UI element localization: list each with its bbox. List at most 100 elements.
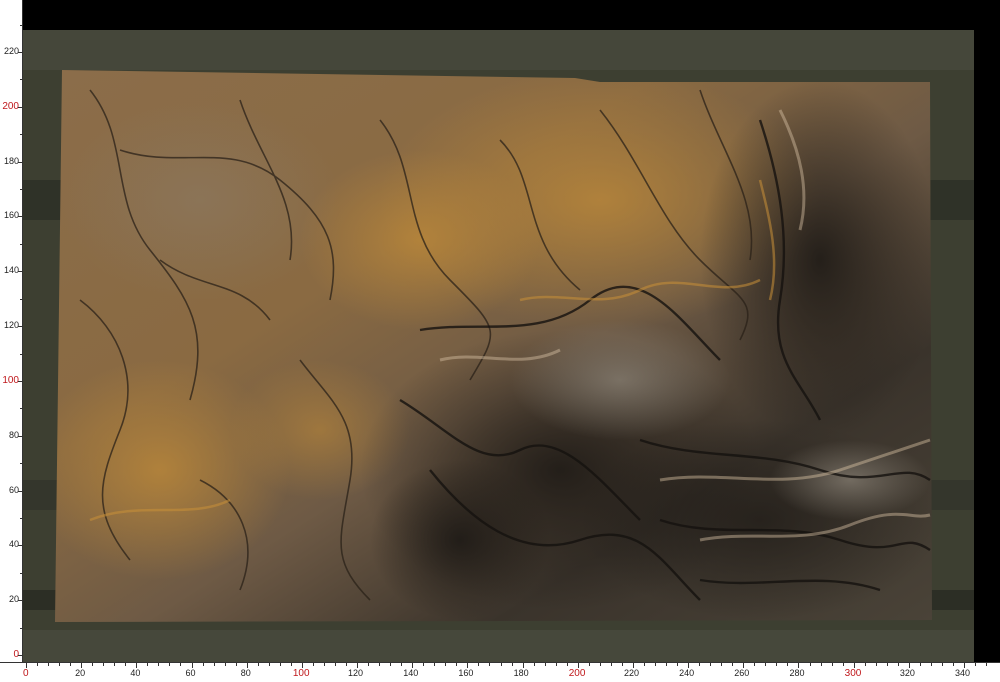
left-ruler-tick bbox=[18, 216, 22, 218]
left-ruler-tick bbox=[18, 380, 22, 382]
bottom-ruler-tick bbox=[224, 663, 226, 666]
left-ruler-label: 100 bbox=[2, 374, 19, 386]
left-ruler-tick bbox=[20, 79, 22, 81]
left-ruler-label: 220 bbox=[3, 46, 19, 56]
bottom-ruler-label: 320 bbox=[899, 668, 915, 678]
bottom-ruler-label: 120 bbox=[348, 668, 364, 678]
bottom-ruler-tick bbox=[544, 663, 546, 666]
bottom-ruler-tick bbox=[136, 663, 138, 668]
bottom-ruler-tick bbox=[346, 663, 348, 666]
bottom-ruler-tick bbox=[357, 663, 359, 668]
bottom-ruler-tick bbox=[588, 663, 590, 666]
bottom-ruler-tick bbox=[787, 663, 789, 666]
bottom-ruler-tick bbox=[765, 663, 767, 666]
left-ruler-tick bbox=[18, 271, 22, 273]
left-ruler-tick bbox=[20, 572, 22, 574]
bottom-ruler-tick bbox=[710, 663, 712, 666]
bottom-ruler-tick bbox=[930, 663, 932, 666]
bottom-ruler-label: 140 bbox=[403, 668, 419, 678]
left-ruler-tick bbox=[18, 435, 22, 437]
left-ruler-tick bbox=[18, 161, 22, 163]
bottom-ruler-tick bbox=[70, 663, 72, 666]
bottom-ruler-tick bbox=[566, 663, 568, 666]
bottom-ruler-label: 300 bbox=[844, 668, 862, 679]
bottom-ruler-tick bbox=[257, 663, 259, 666]
bottom-ruler-tick bbox=[732, 663, 734, 666]
bottom-ruler-tick bbox=[334, 663, 336, 666]
bottom-ruler-label: 60 bbox=[185, 668, 196, 678]
bottom-ruler-tick bbox=[390, 663, 392, 666]
left-ruler-label: 180 bbox=[3, 155, 19, 166]
bottom-ruler-tick bbox=[489, 663, 491, 666]
bottom-ruler-tick bbox=[831, 663, 833, 666]
bottom-ruler-tick bbox=[577, 663, 579, 668]
bottom-ruler-tick bbox=[809, 663, 811, 666]
bottom-ruler: 0 20 40 60 80 100 120 140 160 180 200 220 240 260 280 3… bbox=[0, 662, 1000, 682]
bottom-ruler-tick bbox=[114, 663, 116, 666]
bottom-ruler-label: 200 bbox=[568, 668, 586, 679]
bottom-ruler-tick bbox=[677, 663, 679, 666]
bottom-ruler-tick bbox=[908, 663, 910, 668]
left-ruler-tick bbox=[18, 545, 22, 547]
bottom-ruler-tick bbox=[621, 663, 623, 666]
left-ruler-tick bbox=[18, 52, 22, 53]
bottom-ruler-tick bbox=[180, 663, 182, 666]
bottom-ruler-tick bbox=[919, 663, 921, 666]
bottom-ruler-label: 100 bbox=[292, 668, 310, 679]
bottom-ruler-tick bbox=[842, 663, 844, 666]
bottom-ruler-tick bbox=[522, 663, 524, 668]
bottom-ruler-tick bbox=[952, 663, 954, 666]
bottom-ruler-tick bbox=[886, 663, 888, 666]
bottom-ruler-tick bbox=[213, 663, 215, 666]
bottom-ruler-tick bbox=[103, 663, 105, 666]
bottom-ruler-tick bbox=[533, 663, 535, 666]
bottom-ruler-tick bbox=[776, 663, 778, 666]
bottom-ruler-tick bbox=[632, 663, 634, 668]
bottom-ruler-tick bbox=[555, 663, 557, 666]
bottom-ruler-label: 340 bbox=[955, 668, 971, 678]
bottom-ruler-tick bbox=[445, 663, 447, 666]
bottom-ruler-tick bbox=[48, 663, 50, 666]
left-ruler-tick bbox=[20, 298, 22, 300]
bottom-ruler-tick bbox=[323, 663, 325, 666]
slab-photo-viewer: 0 20 40 60 80 100 120 140 160 180 200 220 0 20 40 60 80… bbox=[0, 0, 1000, 682]
left-ruler-tick bbox=[20, 353, 22, 355]
bottom-ruler-tick bbox=[301, 663, 303, 668]
bottom-ruler-tick bbox=[37, 663, 39, 666]
bottom-ruler-tick bbox=[599, 663, 601, 666]
bottom-ruler-tick bbox=[158, 663, 160, 666]
left-ruler-tick bbox=[20, 243, 22, 245]
bottom-ruler-tick bbox=[81, 663, 83, 668]
left-ruler-label: 160 bbox=[3, 210, 19, 221]
left-ruler-tick bbox=[18, 106, 22, 108]
bottom-ruler-label: 180 bbox=[513, 668, 529, 678]
bottom-ruler-label: 40 bbox=[130, 668, 141, 678]
bottom-ruler-tick bbox=[743, 663, 745, 668]
bottom-ruler-tick bbox=[699, 663, 701, 666]
bottom-ruler-tick bbox=[147, 663, 149, 666]
bottom-ruler-tick bbox=[423, 663, 425, 666]
bottom-ruler-label: 80 bbox=[240, 668, 251, 678]
bottom-ruler-tick bbox=[511, 663, 513, 666]
bottom-ruler-tick bbox=[379, 663, 381, 666]
bottom-ruler-tick bbox=[875, 663, 877, 666]
bottom-ruler-tick bbox=[401, 663, 403, 666]
bottom-ruler-tick bbox=[897, 663, 899, 666]
bottom-ruler-tick bbox=[500, 663, 502, 666]
bottom-ruler-tick bbox=[191, 663, 193, 668]
bottom-ruler-tick bbox=[312, 663, 314, 666]
bottom-ruler-tick bbox=[478, 663, 480, 666]
bottom-ruler-tick bbox=[986, 663, 988, 666]
bottom-ruler-tick bbox=[655, 663, 656, 666]
bottom-ruler-tick bbox=[975, 663, 977, 666]
bottom-ruler-label: 0 bbox=[23, 668, 29, 679]
bottom-ruler-tick bbox=[643, 663, 645, 666]
stone-slab bbox=[55, 70, 932, 622]
bottom-ruler-tick bbox=[467, 663, 469, 668]
bottom-ruler-tick bbox=[290, 663, 292, 666]
bottom-ruler-tick bbox=[456, 663, 458, 666]
bottom-ruler-tick bbox=[92, 663, 94, 666]
bottom-ruler-tick bbox=[268, 663, 270, 666]
bottom-ruler-tick bbox=[666, 663, 668, 666]
bottom-ruler-tick bbox=[853, 663, 855, 668]
